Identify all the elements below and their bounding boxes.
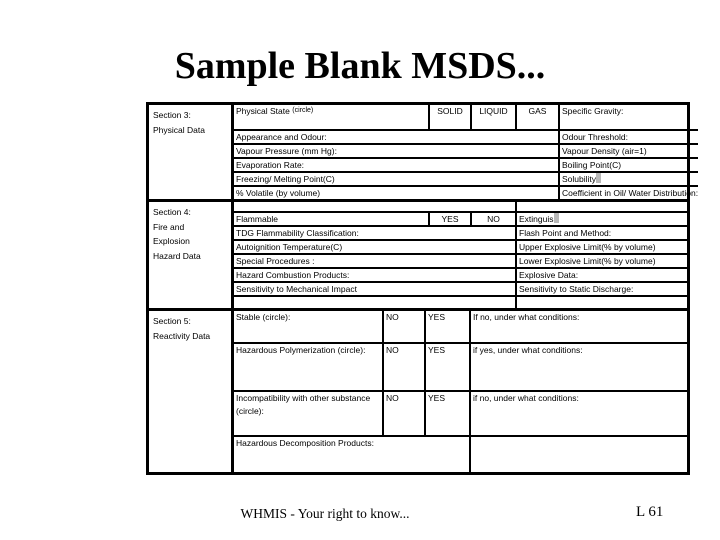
solubility-field[interactable]: Solubility — [558, 173, 698, 185]
physical-state-hint: (circle) — [292, 107, 314, 114]
extinguishing-media-field[interactable]: Extinguis — [515, 213, 687, 225]
appearance-and-odour-field[interactable]: Appearance and Odour: — [234, 131, 428, 143]
section-4-spacer-row-bottom — [234, 297, 687, 308]
hazardous-decomposition-field[interactable]: Hazardous Decomposition Products: — [234, 437, 382, 472]
explosive-data-field[interactable]: Explosive Data: — [515, 269, 687, 281]
hazardous-decomposition-row: Hazardous Decomposition Products: — [234, 437, 687, 472]
boiling-point-field[interactable]: Boiling Point(C) — [558, 159, 698, 171]
special-procedures-field[interactable]: Special Procedures : — [234, 255, 428, 267]
flammable-label: Flammable — [236, 214, 279, 224]
footer-page-number: L 61 — [636, 504, 664, 520]
specific-gravity-field[interactable]: Specific Gravity: — [558, 105, 698, 129]
sensitivity-static-discharge-field[interactable]: Sensitivity to Static Discharge: — [515, 283, 687, 295]
vapour-pressure-field[interactable]: Vapour Pressure (mm Hg): — [234, 145, 428, 157]
physical-state-row: Physical State (circle) SOLID LIQUID GAS… — [234, 105, 699, 131]
percent-volatile-field[interactable]: % Volatile (by volume) — [234, 187, 428, 199]
hazardous-polymerization-conditions-field[interactable]: if yes, under what conditions: — [469, 344, 687, 390]
extinguishing-media-label: Extinguis — [519, 214, 554, 224]
flammable-row: Flammable YES NO Extinguis — [234, 213, 687, 227]
section-4-label-line3: Explosion — [153, 236, 190, 246]
hazard-combustion-products-field[interactable]: Hazard Combustion Products: — [234, 269, 428, 281]
option-gas[interactable]: GAS — [515, 105, 558, 129]
special-procedures-row: Special Procedures : Lower Explosive Lim… — [234, 255, 687, 269]
stable-conditions-field[interactable]: If no, under what conditions: — [469, 311, 687, 342]
footer-note: WHMIS - Your right to know... — [240, 506, 410, 521]
evaporation-rate-row: Evaporation Rate: Boiling Point(C) — [234, 159, 699, 173]
evaporation-rate-field[interactable]: Evaporation Rate: — [234, 159, 428, 171]
oil-water-coefficient-field[interactable]: Coefficient in Oil/ Water Distribution: — [558, 187, 698, 199]
percent-volatile-row: % Volatile (by volume) Coefficient in Oi… — [234, 187, 698, 199]
appearance-odour-row: Appearance and Odour: Odour Threshold: — [234, 131, 699, 145]
option-liquid[interactable]: LIQUID — [470, 105, 515, 129]
incompatibility-conditions-field[interactable]: if no, under what conditions: — [469, 392, 687, 435]
tdg-flammability-row: TDG Flammability Classification: Flash P… — [234, 227, 687, 241]
section-3-label: Section 3: Physical Data — [149, 105, 234, 199]
option-solid[interactable]: SOLID — [428, 105, 470, 129]
incompatibility-label: Incompatibility with other substance (ci… — [236, 393, 371, 416]
upper-explosive-limit-field[interactable]: Upper Explosive Limit(% by volume) — [515, 241, 687, 253]
stable-yes-option[interactable]: YES — [424, 311, 469, 342]
physical-state-label: Physical State — [236, 106, 290, 116]
page-title: Sample Blank MSDS... — [174, 45, 546, 87]
hazardous-polymerization-no-option[interactable]: NO — [382, 344, 424, 390]
lower-explosive-limit-field[interactable]: Lower Explosive Limit(% by volume) — [515, 255, 687, 267]
hazardous-polymerization-row: Hazardous Polymerization (circle): NO YE… — [234, 344, 687, 392]
hazardous-decomposition-value[interactable] — [469, 437, 687, 472]
hazardous-polymerization-yes-option[interactable]: YES — [424, 344, 469, 390]
section-5-label: Section 5: Reactivity Data — [149, 311, 234, 472]
section-5-label-line1: Section 5: — [153, 316, 191, 326]
section-4-body: Flammable YES NO Extinguis TDG Flammabil… — [234, 202, 687, 308]
section-3-label-line1: Section 3: — [153, 110, 191, 120]
freezing-melting-point-field[interactable]: Freezing/ Melting Point(C) — [234, 173, 428, 185]
odour-threshold-field[interactable]: Odour Threshold: — [558, 131, 698, 143]
flammable-yes-option[interactable]: YES — [428, 213, 470, 225]
section-3-label-line2: Physical Data — [153, 124, 205, 135]
flammable-no-option[interactable]: NO — [470, 213, 515, 225]
text-cursor-icon — [553, 213, 559, 223]
sensitivity-mechanical-impact-field[interactable]: Sensitivity to Mechanical Impact — [234, 283, 428, 295]
vapour-pressure-row: Vapour Pressure (mm Hg): Vapour Density … — [234, 145, 699, 159]
msds-form-table: Section 3: Physical Data Physical State … — [146, 102, 699, 475]
section-5-reactivity-data: Section 5: Reactivity Data Stable (circl… — [149, 311, 687, 472]
section-5-body: Stable (circle): NO YES If no, under wha… — [234, 311, 687, 472]
incompatibility-no-option[interactable]: NO — [382, 392, 424, 435]
incompatibility-row: Incompatibility with other substance (ci… — [234, 392, 687, 437]
section-4-fire-explosion-hazard: Section 4: Fire and Explosion Hazard Dat… — [149, 202, 687, 311]
vapour-density-field[interactable]: Vapour Density (air=1) — [558, 145, 698, 157]
slide-canvas: Sample Blank MSDS... Section 3: Physical… — [0, 0, 720, 540]
hazardous-polymerization-label: Hazardous Polymerization (circle): — [236, 345, 366, 355]
hazard-combustion-products-row: Hazard Combustion Products: Explosive Da… — [234, 269, 687, 283]
text-cursor-icon — [596, 173, 602, 183]
section-4-spacer-row-top — [234, 202, 687, 213]
section-3-physical-data: Section 3: Physical Data Physical State … — [149, 105, 699, 202]
section-4-label-line1: Section 4: — [153, 207, 191, 217]
solubility-label: Solubility — [562, 174, 597, 184]
section-3-body: Physical State (circle) SOLID LIQUID GAS… — [234, 105, 699, 199]
freezing-melting-point-row: Freezing/ Melting Point(C) Solubility — [234, 173, 699, 187]
autoignition-temperature-field[interactable]: Autoignition Temperature(C) — [234, 241, 428, 253]
physical-state-label-cell: Physical State (circle) — [234, 105, 428, 129]
stable-label: Stable (circle): — [236, 312, 291, 322]
section-4-label: Section 4: Fire and Explosion Hazard Dat… — [149, 202, 234, 308]
tdg-flammability-field[interactable]: TDG Flammability Classification: — [234, 227, 428, 239]
stable-row: Stable (circle): NO YES If no, under wha… — [234, 311, 687, 344]
flash-point-field[interactable]: Flash Point and Method: — [515, 227, 687, 239]
section-4-label-line4: Hazard Data — [153, 250, 201, 261]
incompatibility-yes-option[interactable]: YES — [424, 392, 469, 435]
section-5-label-line2: Reactivity Data — [153, 330, 211, 341]
sensitivity-mechanical-impact-row: Sensitivity to Mechanical Impact Sensiti… — [234, 283, 687, 297]
section-4-label-line2: Fire and — [153, 221, 185, 232]
autoignition-temperature-row: Autoignition Temperature(C) Upper Explos… — [234, 241, 687, 255]
stable-no-option[interactable]: NO — [382, 311, 424, 342]
